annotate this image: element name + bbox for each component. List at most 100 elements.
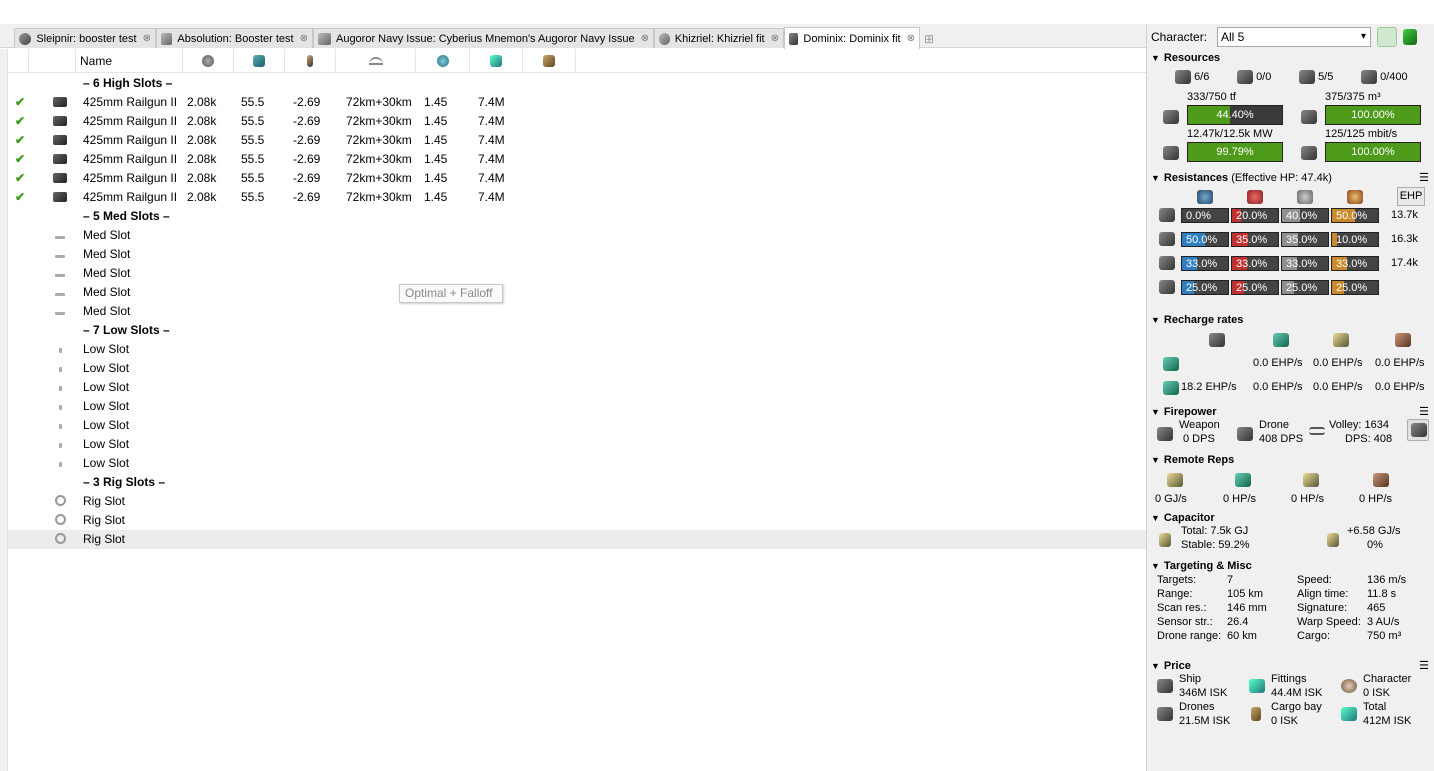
recharge-title[interactable]: ▼ Recharge rates [1151,313,1433,328]
edit-character-icon[interactable] [1403,29,1417,45]
table-row[interactable]: Low Slot [8,359,1146,378]
remote-reps-title[interactable]: ▼ Remote Reps [1151,453,1433,468]
railgun-icon [53,93,67,112]
table-row[interactable]: ✔ 425mm Railgun II 2.08k 55.5 -2.69 72km+30km… [8,188,1146,207]
tab-augoror[interactable]: Augoror Navy Issue: Cyberius Mnemon's Au… [313,28,654,48]
range-column-header[interactable] [336,49,416,73]
remote-armor-icon [1303,473,1319,487]
table-row[interactable]: Low Slot [8,416,1146,435]
tab-khizriel[interactable]: Khizriel: Khizriel fit ⊗ [654,28,784,48]
recharge-value: 0.0 EHP/s [1313,357,1363,369]
resources-title[interactable]: ▼ Resources [1151,51,1433,66]
capacitor-title[interactable]: ▼ Capacitor [1151,511,1433,526]
module-active-icon[interactable]: ✔ [15,112,25,131]
module-active-icon[interactable]: ✔ [15,131,25,150]
price-column-header[interactable] [470,49,523,73]
table-row[interactable]: Low Slot [8,454,1146,473]
cargo-column-header[interactable] [523,49,576,73]
armor-layer-icon [1159,232,1175,246]
module-active-icon[interactable]: ✔ [15,169,25,188]
capacitor-column-header[interactable] [183,49,234,73]
table-row[interactable]: ✔ 425mm Railgun II 2.08k 55.5 -2.69 72km+30km… [8,150,1146,169]
module-stat-c1: 2.08k [187,190,217,204]
tab-dominix[interactable]: Dominix: Dominix fit ⊗ [784,27,920,49]
railgun-icon [53,131,67,150]
module-active-icon[interactable]: ✔ [15,150,25,169]
name-column-header[interactable]: Name [76,49,183,73]
close-tab-icon[interactable]: ⊗ [907,33,915,44]
recharge-value: 0.0 EHP/s [1375,357,1425,369]
refresh-character-icon[interactable] [1377,27,1397,47]
table-row[interactable]: ✔ 425mm Railgun II 2.08k 55.5 -2.69 72km+30km… [8,169,1146,188]
cap-recharge-icon [1327,533,1339,547]
table-row[interactable]: Low Slot [8,340,1146,359]
resistance-value: 20.0% [1231,208,1279,223]
cpu-column-header[interactable] [234,49,285,73]
ehp-toggle-button[interactable]: EHP [1397,187,1425,206]
augoror-icon [318,32,331,45]
table-row[interactable]: Med Slot [8,302,1146,321]
close-tab-icon[interactable]: ⊗ [300,33,308,44]
remote-hull-icon [1373,473,1389,487]
stat-label: Range: [1157,588,1193,600]
stat-label: Warp Speed: [1297,616,1361,628]
menu-icon[interactable]: ☰ [1419,405,1429,418]
table-row[interactable]: Med Slot [8,264,1146,283]
close-tab-icon[interactable]: ⊗ [771,33,779,44]
module-stat-c4: 72km+30km [346,114,412,128]
module-active-icon[interactable]: ✔ [15,188,25,207]
table-row[interactable]: Rig Slot [8,492,1146,511]
table-row[interactable]: Low Slot [8,435,1146,454]
table-row[interactable]: Low Slot [8,397,1146,416]
powergrid-label: 12.47k/12.5k MW [1187,128,1273,140]
module-name: Low Slot [83,380,130,394]
table-row[interactable]: Med Slot [8,283,1146,302]
table-row[interactable]: Rig Slot [8,530,1146,549]
table-row[interactable]: Med Slot [8,245,1146,264]
dps-settings-button[interactable] [1407,419,1429,441]
table-row[interactable]: ✔ 425mm Railgun II 2.08k 55.5 -2.69 72km+30km… [8,131,1146,150]
kinetic-damage-icon [1297,190,1313,204]
range-icon [368,57,383,65]
total-price-icon [1341,707,1357,721]
module-name: Low Slot [83,399,130,413]
add-tab-icon[interactable]: ⊞ [924,32,934,46]
character-select[interactable]: All 5 ▾ [1217,27,1371,47]
module-stat-c5: 1.45 [424,114,448,128]
tab-absolution[interactable]: Absolution: Booster test ⊗ [156,28,313,48]
slot-group-header: – 3 Rig Slots – [8,473,1146,492]
targeting-title[interactable]: ▼ Targeting & Misc [1151,559,1433,574]
table-row[interactable]: ✔ 425mm Railgun II 2.08k 55.5 -2.69 72km+30km… [8,112,1146,131]
resistances-title[interactable]: ▼ Resistances (Effective HP: 47.4k) [1151,171,1433,186]
close-tab-icon[interactable]: ⊗ [143,33,151,44]
menu-icon[interactable]: ☰ [1419,171,1429,184]
table-row[interactable]: Rig Slot [8,511,1146,530]
cycle-column-header[interactable] [416,49,470,73]
stat-label: Speed: [1297,574,1332,586]
price-title[interactable]: ▼ Price [1151,659,1433,674]
railgun-icon [53,169,67,188]
module-stat-c1: 2.08k [187,152,217,166]
module-stat-c1: 2.08k [187,95,217,109]
volley-value: Volley: 1634 [1329,419,1389,431]
close-tab-icon[interactable]: ⊗ [641,33,649,44]
character-price-label: Character [1363,673,1412,685]
slot-group-header: – 5 Med Slots – [8,207,1146,226]
table-row[interactable]: ✔ 425mm Railgun II 2.08k 55.5 -2.69 72km+30km… [8,93,1146,112]
table-row[interactable]: Low Slot [8,378,1146,397]
recharge-section: ▼ Recharge rates 0.0 EHP/s 0.0 EHP/s 0.0 EH… [1151,313,1433,401]
module-name: Low Slot [83,361,130,375]
ammo-column-header[interactable] [285,49,336,73]
resistance-value: 33.0% [1281,256,1329,271]
rig-slot-icon [55,530,66,549]
firepower-title[interactable]: ▼ Firepower [1151,405,1433,420]
table-row[interactable]: Med Slot [8,226,1146,245]
menu-icon[interactable]: ☰ [1419,659,1429,672]
tab-label: Augoror Navy Issue: Cyberius Mnemon's Au… [335,32,635,45]
module-active-icon[interactable]: ✔ [15,93,25,112]
character-label: Character: [1151,30,1208,44]
tab-sleipnir[interactable]: Sleipnir: booster test ⊗ [14,28,156,48]
icon-column-header[interactable] [29,49,76,73]
state-column-header[interactable] [8,49,29,73]
resistance-value: 25.0% [1181,280,1229,295]
